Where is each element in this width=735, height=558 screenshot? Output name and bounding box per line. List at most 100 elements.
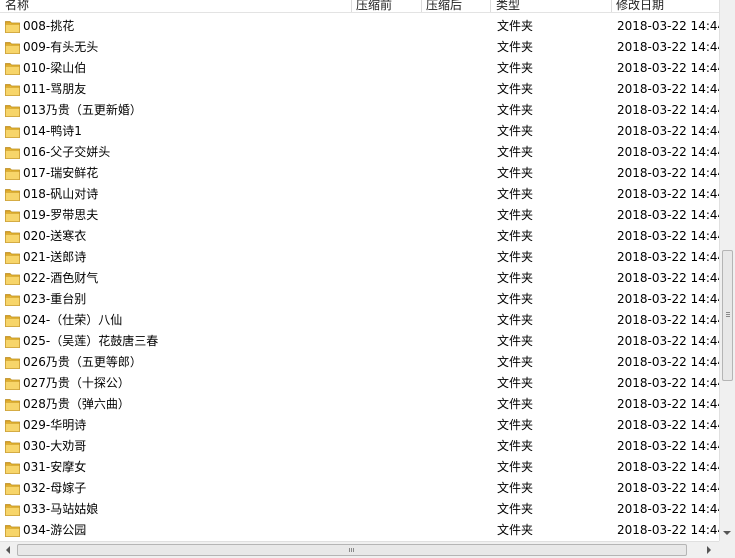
folder-row[interactable]: 010-梁山伯 文件夹 2018-03-22 14:44 xyxy=(0,58,719,79)
file-modified-date: 2018-03-22 14:44 xyxy=(617,40,719,54)
file-type: 文件夹 xyxy=(497,166,534,180)
file-name: 021-送郎诗 xyxy=(23,250,87,264)
file-type: 文件夹 xyxy=(497,481,534,495)
file-modified-date: 2018-03-22 14:44 xyxy=(617,481,719,495)
file-name: 030-大劝哥 xyxy=(23,439,87,453)
file-modified-date: 2018-03-22 14:44 xyxy=(617,397,719,411)
folder-icon xyxy=(5,126,20,138)
folder-row[interactable]: 025-（吴莲）花鼓唐三春 文件夹 2018-03-22 14:44 xyxy=(0,331,719,352)
scroll-left-arrow-icon[interactable] xyxy=(6,546,10,554)
folder-icon xyxy=(5,147,20,159)
folder-icon xyxy=(5,462,20,474)
file-modified-date: 2018-03-22 14:44 xyxy=(617,418,719,432)
folder-row[interactable]: 021-送郎诗 文件夹 2018-03-22 14:44 xyxy=(0,247,719,268)
folder-row[interactable]: 034-游公园 文件夹 2018-03-22 14:44 xyxy=(0,520,719,541)
horizontal-scrollbar[interactable] xyxy=(0,541,719,558)
file-name: 034-游公园 xyxy=(23,523,87,537)
file-name: 032-母嫁子 xyxy=(23,481,87,495)
folder-row[interactable]: 017-瑞安鲜花 文件夹 2018-03-22 14:44 xyxy=(0,163,719,184)
file-name: 011-骂朋友 xyxy=(23,82,87,96)
folder-icon xyxy=(5,336,20,348)
column-before-compress-header[interactable]: 压缩前 xyxy=(356,0,392,12)
folder-icon xyxy=(5,105,20,117)
folder-row[interactable]: 027乃贵（十探公） 文件夹 2018-03-22 14:44 xyxy=(0,373,719,394)
folder-row[interactable]: 030-大劝哥 文件夹 2018-03-22 14:44 xyxy=(0,436,719,457)
folder-icon xyxy=(5,210,20,222)
grip-line xyxy=(726,312,730,313)
scroll-right-arrow-icon[interactable] xyxy=(707,546,711,554)
folder-row[interactable]: 028乃贵（弹六曲） 文件夹 2018-03-22 14:44 xyxy=(0,394,719,415)
column-type-header[interactable]: 类型 xyxy=(496,0,520,12)
horizontal-scroll-thumb[interactable] xyxy=(17,544,687,556)
folder-icon xyxy=(5,168,20,180)
column-after-compress-header[interactable]: 压缩后 xyxy=(426,0,462,12)
file-modified-date: 2018-03-22 14:44 xyxy=(617,145,719,159)
file-name: 025-（吴莲）花鼓唐三春 xyxy=(23,334,159,348)
grip-line xyxy=(726,314,730,315)
folder-row[interactable]: 029-华明诗 文件夹 2018-03-22 14:44 xyxy=(0,415,719,436)
file-modified-date: 2018-03-22 14:44 xyxy=(617,334,719,348)
folder-row[interactable]: 022-酒色财气 文件夹 2018-03-22 14:44 xyxy=(0,268,719,289)
column-divider[interactable] xyxy=(421,0,422,12)
folder-icon xyxy=(5,189,20,201)
folder-row[interactable]: 020-送寒衣 文件夹 2018-03-22 14:44 xyxy=(0,226,719,247)
folder-row[interactable]: 024-（仕荣）八仙 文件夹 2018-03-22 14:44 xyxy=(0,310,719,331)
file-modified-date: 2018-03-22 14:44 xyxy=(617,103,719,117)
file-name: 016-父子交姘头 xyxy=(23,145,111,159)
folder-row[interactable]: 019-罗带思夫 文件夹 2018-03-22 14:44 xyxy=(0,205,719,226)
grip-line xyxy=(726,316,730,317)
grip-line xyxy=(351,548,352,552)
folder-icon xyxy=(5,252,20,264)
file-modified-date: 2018-03-22 14:44 xyxy=(617,166,719,180)
file-type: 文件夹 xyxy=(497,271,534,285)
file-modified-date: 2018-03-22 14:44 xyxy=(617,523,719,537)
folder-icon xyxy=(5,315,20,327)
folder-row[interactable]: 011-骂朋友 文件夹 2018-03-22 14:44 xyxy=(0,79,719,100)
column-divider[interactable] xyxy=(490,0,491,12)
scroll-down-arrow-icon[interactable] xyxy=(723,531,731,535)
folder-icon xyxy=(5,357,20,369)
column-divider[interactable] xyxy=(611,0,612,12)
folder-row[interactable]: 023-重台别 文件夹 2018-03-22 14:44 xyxy=(0,289,719,310)
file-type: 文件夹 xyxy=(497,208,534,222)
folder-row[interactable]: 026乃贵（五更等郎） 文件夹 2018-03-22 14:44 xyxy=(0,352,719,373)
folder-icon xyxy=(5,525,20,537)
folder-row[interactable]: 033-马站姑娘 文件夹 2018-03-22 14:44 xyxy=(0,499,719,520)
file-modified-date: 2018-03-22 14:44 xyxy=(617,19,719,33)
file-modified-date: 2018-03-22 14:44 xyxy=(617,355,719,369)
folder-row[interactable]: 014-鸭诗1 文件夹 2018-03-22 14:44 xyxy=(0,121,719,142)
file-modified-date: 2018-03-22 14:44 xyxy=(617,502,719,516)
file-type: 文件夹 xyxy=(497,250,534,264)
file-type: 文件夹 xyxy=(497,124,534,138)
column-modified-header[interactable]: 修改日期 xyxy=(616,0,664,12)
file-type: 文件夹 xyxy=(497,397,534,411)
file-name: 010-梁山伯 xyxy=(23,61,87,75)
folder-row[interactable]: 016-父子交姘头 文件夹 2018-03-22 14:44 xyxy=(0,142,719,163)
file-type: 文件夹 xyxy=(497,355,534,369)
file-type: 文件夹 xyxy=(497,103,534,117)
folder-row[interactable]: 008-挑花 文件夹 2018-03-22 14:44 xyxy=(0,16,719,37)
column-name-header[interactable]: 名称 xyxy=(5,0,29,12)
file-type: 文件夹 xyxy=(497,61,534,75)
folder-row[interactable]: 032-母嫁子 文件夹 2018-03-22 14:44 xyxy=(0,478,719,499)
file-modified-date: 2018-03-22 14:44 xyxy=(617,250,719,264)
folder-row[interactable]: 031-安摩女 文件夹 2018-03-22 14:44 xyxy=(0,457,719,478)
column-divider[interactable] xyxy=(351,0,352,12)
file-type: 文件夹 xyxy=(497,187,534,201)
folder-icon xyxy=(5,21,20,33)
folder-row[interactable]: 013乃贵（五更新婚） 文件夹 2018-03-22 14:44 xyxy=(0,100,719,121)
file-name: 017-瑞安鲜花 xyxy=(23,166,99,180)
file-name: 022-酒色财气 xyxy=(23,271,99,285)
file-list: 008-挑花 文件夹 2018-03-22 14:44 009-有头无头 文件夹 2018… xyxy=(0,16,719,541)
file-name: 026乃贵（五更等郎） xyxy=(23,355,142,369)
vertical-scroll-thumb[interactable] xyxy=(722,250,733,381)
file-name: 014-鸭诗1 xyxy=(23,124,82,138)
folder-row[interactable]: 009-有头无头 文件夹 2018-03-22 14:44 xyxy=(0,37,719,58)
folder-row[interactable]: 018-矾山对诗 文件夹 2018-03-22 14:44 xyxy=(0,184,719,205)
file-name: 020-送寒衣 xyxy=(23,229,87,243)
file-name: 009-有头无头 xyxy=(23,40,99,54)
file-modified-date: 2018-03-22 14:44 xyxy=(617,229,719,243)
folder-icon xyxy=(5,483,20,495)
file-name: 028乃贵（弹六曲） xyxy=(23,397,130,411)
vertical-scrollbar[interactable] xyxy=(719,0,735,541)
